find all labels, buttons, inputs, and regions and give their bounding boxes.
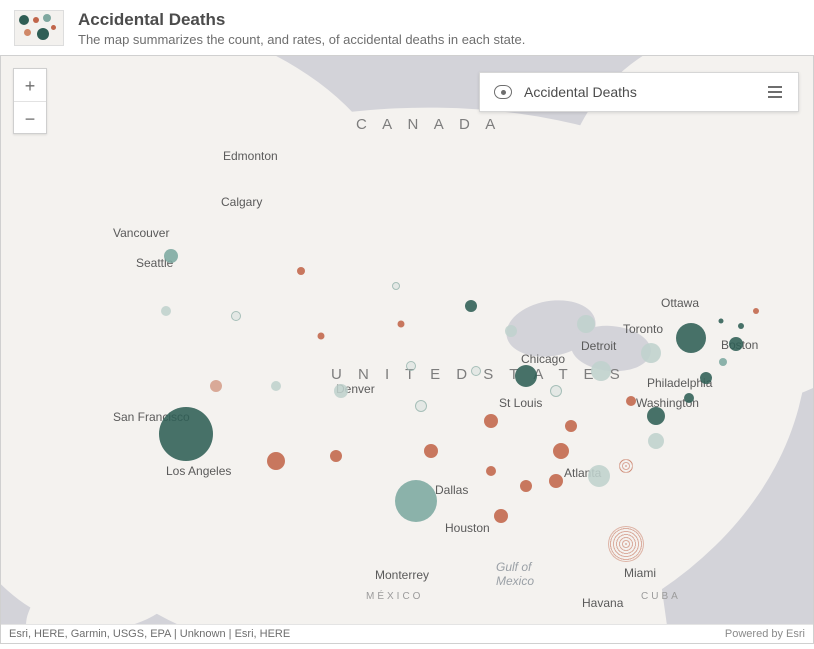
page-title: Accidental Deaths xyxy=(78,10,525,30)
bubble-new-mexico[interactable] xyxy=(330,450,342,462)
powered-by-text[interactable]: Powered by Esri xyxy=(725,628,805,640)
bubble-washington[interactable] xyxy=(164,249,178,263)
bubble-utah[interactable] xyxy=(271,381,281,391)
bubble-colorado[interactable] xyxy=(334,384,348,398)
bubble-n-dakota[interactable] xyxy=(392,282,400,290)
bubble-indiana[interactable] xyxy=(550,385,562,397)
bubble-s-dakota[interactable] xyxy=(398,321,405,328)
bubble-california[interactable] xyxy=(159,407,213,461)
bubble-connecticut[interactable] xyxy=(719,358,727,366)
bubble-ohio[interactable] xyxy=(591,361,611,381)
bubble-n-carolina[interactable] xyxy=(648,433,664,449)
bubble-texas[interactable] xyxy=(395,480,437,522)
bubble-oklahoma[interactable] xyxy=(424,444,438,458)
zoom-out-button[interactable]: − xyxy=(14,101,46,133)
bubble-illinois[interactable] xyxy=(515,365,537,387)
bubble-new-jersey[interactable] xyxy=(700,372,712,384)
page-subtitle: The map summarizes the count, and rates,… xyxy=(78,32,525,47)
eye-icon[interactable] xyxy=(494,83,512,101)
bubble-nevada[interactable] xyxy=(210,380,222,392)
bubble-idaho[interactable] xyxy=(231,311,241,321)
bubble-iowa[interactable] xyxy=(471,366,481,376)
layer-panel[interactable]: Accidental Deaths xyxy=(479,72,799,112)
attribution-text: Esri, HERE, Garmin, USGS, EPA | Unknown … xyxy=(9,628,290,640)
layer-title[interactable]: Accidental Deaths xyxy=(524,84,754,100)
map-footer: Esri, HERE, Garmin, USGS, EPA | Unknown … xyxy=(1,624,813,643)
bubble-new-york[interactable] xyxy=(676,323,706,353)
bubble-new-hampshire[interactable] xyxy=(738,323,744,329)
bubble-kentucky[interactable] xyxy=(565,420,577,432)
bubble-maine[interactable] xyxy=(753,308,759,314)
bubble-pennsylvania[interactable] xyxy=(641,343,661,363)
bubble-maryland[interactable] xyxy=(684,393,694,403)
bubble-florida[interactable] xyxy=(608,526,644,562)
bubble-montana[interactable] xyxy=(297,267,305,275)
bubble-kansas[interactable] xyxy=(415,400,427,412)
zoom-in-button[interactable]: + xyxy=(14,69,46,101)
bubble-oregon[interactable] xyxy=(161,306,171,316)
map-thumbnail xyxy=(14,10,64,46)
bubble-minnesota[interactable] xyxy=(465,300,477,312)
bubble-nebraska[interactable] xyxy=(406,361,416,371)
bubble-wisconsin[interactable] xyxy=(505,325,517,337)
bubble-s-carolina[interactable] xyxy=(619,459,633,473)
bubble-wyoming[interactable] xyxy=(318,333,325,340)
bubble-massachusetts[interactable] xyxy=(729,337,743,351)
map-view[interactable]: C A N A D A U N I T E D S T A T E S MÉXI… xyxy=(0,55,814,644)
zoom-controls: + − xyxy=(13,68,47,134)
list-icon[interactable] xyxy=(766,83,784,101)
bubble-mississippi[interactable] xyxy=(520,480,532,492)
bubble-arizona[interactable] xyxy=(267,452,285,470)
bubble-georgia[interactable] xyxy=(588,465,610,487)
bubble-arkansas[interactable] xyxy=(486,466,496,476)
bubble-virginia[interactable] xyxy=(647,407,665,425)
bubble-michigan[interactable] xyxy=(577,315,595,333)
bubble-alabama[interactable] xyxy=(549,474,563,488)
bubble-w-virginia[interactable] xyxy=(626,396,636,406)
bubble-vermont[interactable] xyxy=(719,319,724,324)
bubble-missouri[interactable] xyxy=(484,414,498,428)
bubble-tennessee[interactable] xyxy=(553,443,569,459)
bubble-louisiana[interactable] xyxy=(494,509,508,523)
